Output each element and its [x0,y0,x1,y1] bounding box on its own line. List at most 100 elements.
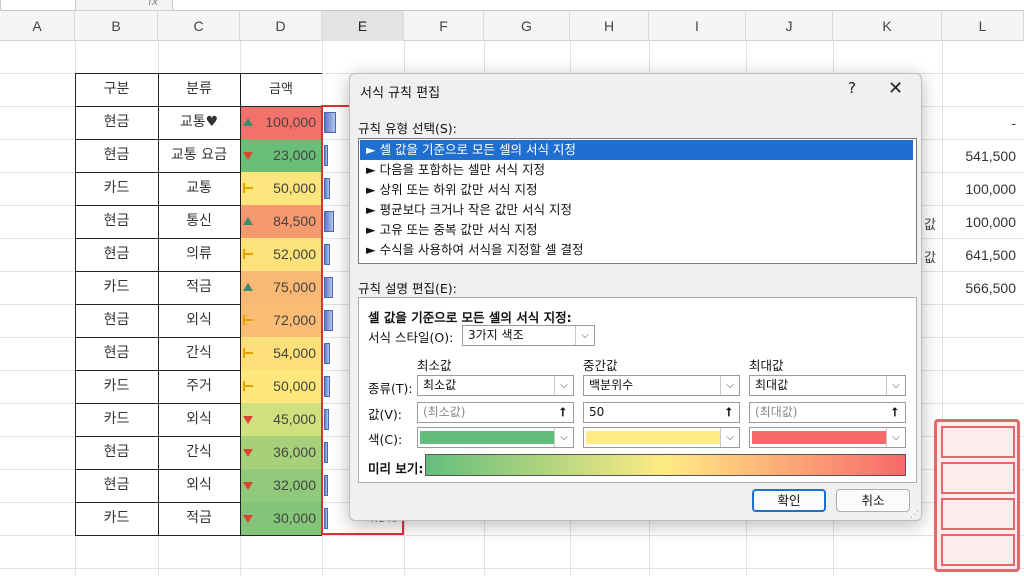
cell-type[interactable]: 현금 [75,469,158,502]
rule-type-item[interactable]: ► 상위 또는 하위 값만 서식 지정 [360,180,913,200]
column-header-k[interactable]: K [833,11,942,41]
amount-value: 84,500 [273,213,316,229]
cell-category[interactable]: 간식 [158,436,240,469]
column-header-f[interactable]: F [404,11,484,41]
cell-l-value[interactable]: - [942,115,1016,131]
rule-type-item[interactable]: ► 다음을 포함하는 셀만 서식 지정 [360,160,913,180]
cell-type[interactable]: 현금 [75,304,158,337]
chevron-down-icon[interactable]: ⌵ [886,428,905,447]
cell-type[interactable]: 현금 [75,106,158,139]
cell-l-value[interactable]: 100,000 [942,214,1016,230]
rule-type-item[interactable]: ► 수식을 사용하여 서식을 지정할 셀 결정 [360,240,913,260]
cell-amount[interactable]: 84,500 [240,205,322,238]
cell-type[interactable]: 카드 [75,271,158,304]
column-header-h[interactable]: H [570,11,649,41]
cell-amount[interactable]: 23,000 [240,139,322,172]
cell-l-value[interactable]: 566,500 [942,280,1016,296]
cell-amount[interactable]: 72,000 [240,304,322,337]
rule-type-item[interactable]: ► 평균보다 크거나 작은 값만 서식 지정 [360,200,913,220]
cell-k-partial[interactable]: 값 [924,247,936,266]
cell-category[interactable]: 교통 요금 [158,139,240,172]
cell-type[interactable]: 현금 [75,436,158,469]
mid-type-select[interactable]: 백분위수 ⌵ [583,375,740,396]
cell-category[interactable]: 외식 [158,304,240,337]
cell-category[interactable]: 의류 [158,238,240,271]
chevron-down-icon[interactable]: ⌵ [554,376,573,395]
cell-category[interactable]: 적금 [158,502,240,535]
chevron-down-icon[interactable]: ⌵ [720,376,739,395]
max-color-select[interactable]: ⌵ [749,427,906,448]
cell-category[interactable]: 주거 [158,370,240,403]
close-icon[interactable]: ✕ [888,78,903,99]
cell-amount[interactable]: 30,000 [240,502,322,535]
rule-type-item[interactable]: ► 고유 또는 중복 값만 서식 지정 [360,220,913,240]
cell-type[interactable]: 현금 [75,205,158,238]
cell-amount[interactable]: 100,000 [240,106,322,139]
cell-category[interactable]: 외식 [158,469,240,502]
column-header-d[interactable]: D [240,11,322,41]
cell-type[interactable]: 현금 [75,337,158,370]
cell-category[interactable]: 외식 [158,403,240,436]
cell-category[interactable]: 통신 [158,205,240,238]
cell-l-value[interactable]: 641,500 [942,247,1016,263]
table-border [75,535,322,536]
cell-l-value[interactable]: 100,000 [942,181,1016,197]
column-header-g[interactable]: G [484,11,570,41]
range-select-icon[interactable]: ⭡ [553,403,573,422]
chevron-down-icon[interactable]: ⌵ [720,428,739,447]
mid-value-input[interactable]: 50 ⭡ [583,402,740,423]
range-select-icon[interactable]: ⭡ [885,403,905,422]
cell-k-partial[interactable]: 값 [924,214,936,233]
cell-category[interactable]: 간식 [158,337,240,370]
column-header-a[interactable]: A [0,11,75,41]
cell-category[interactable]: 교통♥ [158,106,240,139]
header-amount[interactable]: 금액 [240,73,322,106]
cell-type[interactable]: 카드 [75,172,158,205]
min-value-input[interactable]: (최소값) ⭡ [417,402,574,423]
flag-icon [243,348,254,358]
column-header-l[interactable]: L [942,11,1024,41]
cell-category[interactable]: 교통 [158,172,240,205]
column-header-j[interactable]: J [746,11,833,41]
cell-category[interactable]: 적금 [158,271,240,304]
cancel-button[interactable]: 취소 [836,489,910,512]
cell-type[interactable]: 카드 [75,403,158,436]
mid-color-select[interactable]: ⌵ [583,427,740,448]
format-style-select[interactable]: 3가지 색조 ⌵ [462,325,595,346]
min-color-select[interactable]: ⌵ [417,427,574,448]
cell-amount[interactable]: 32,000 [240,469,322,502]
cell-type[interactable]: 카드 [75,502,158,535]
help-button[interactable]: ? [848,79,856,97]
header-type[interactable]: 구분 [75,73,158,106]
cell-type[interactable]: 현금 [75,238,158,271]
max-value-input[interactable]: (최대값) ⭡ [749,402,906,423]
cell-type[interactable]: 현금 [75,139,158,172]
chevron-down-icon[interactable]: ⌵ [886,376,905,395]
column-header-i[interactable]: I [649,11,746,41]
resize-grip-icon[interactable]: ⋰ [910,510,919,520]
ok-button[interactable]: 확인 [752,489,826,512]
cell-amount[interactable]: 45,000 [240,403,322,436]
fx-label[interactable]: fx [148,0,158,8]
column-header-e[interactable]: E [322,11,404,41]
header-category[interactable]: 분류 [158,73,240,106]
cell-amount[interactable]: 36,000 [240,436,322,469]
cell-amount[interactable]: 50,000 [240,370,322,403]
cell-type[interactable]: 카드 [75,370,158,403]
chevron-down-icon[interactable]: ⌵ [575,326,594,345]
column-header-b[interactable]: B [75,11,158,41]
column-header-c[interactable]: C [158,11,240,41]
min-type-select[interactable]: 최소값 ⌵ [417,375,574,396]
cell-amount[interactable]: 52,000 [240,238,322,271]
cell-amount[interactable]: 75,000 [240,271,322,304]
range-select-icon[interactable]: ⭡ [719,403,739,422]
chevron-down-icon[interactable]: ⌵ [554,428,573,447]
cell-amount[interactable]: 50,000 [240,172,322,205]
rule-type-list[interactable]: ► 셀 값을 기준으로 모든 셀의 서식 지정 ► 다음을 포함하는 셀만 서식 … [358,138,917,264]
formula-input[interactable] [172,0,1024,11]
cell-l-value[interactable]: 541,500 [942,148,1016,164]
max-type-select[interactable]: 최대값 ⌵ [749,375,906,396]
cell-amount[interactable]: 54,000 [240,337,322,370]
name-box[interactable] [0,0,76,11]
rule-type-item[interactable]: ► 셀 값을 기준으로 모든 셀의 서식 지정 [360,140,913,160]
